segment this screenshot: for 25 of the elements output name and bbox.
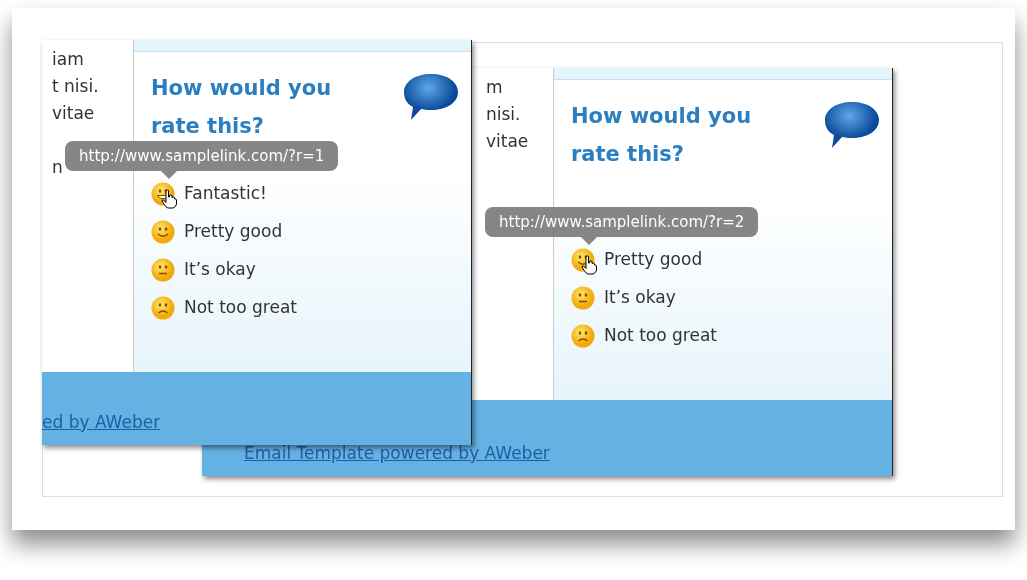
rating-option-link[interactable]: Pretty good bbox=[184, 219, 283, 245]
body-text: m bbox=[486, 76, 504, 99]
body-text: vitae bbox=[486, 130, 530, 153]
hand-cursor-icon bbox=[581, 255, 597, 275]
rating-heading: How would you rate this? bbox=[151, 75, 333, 140]
smiley-face-icon bbox=[151, 220, 175, 244]
body-text: nisi. bbox=[486, 103, 522, 126]
body-text: t nisi. bbox=[52, 75, 100, 98]
body-text: iam bbox=[52, 48, 85, 71]
rating-option-link[interactable]: It’s okay bbox=[184, 257, 256, 283]
rating-option-link[interactable]: Not too great bbox=[604, 323, 717, 349]
rating-option-link[interactable]: Fantastic! bbox=[184, 181, 267, 207]
neutral-face-icon bbox=[571, 286, 595, 310]
rating-option-link[interactable]: Pretty good bbox=[604, 247, 703, 273]
rating-heading: How would you rate this? bbox=[571, 103, 753, 168]
link-tooltip: http://www.samplelink.com/?r=2 bbox=[485, 206, 759, 245]
body-text: vitae bbox=[52, 102, 96, 125]
rating-option-link[interactable]: Not too great bbox=[184, 295, 297, 321]
speech-bubble-icon bbox=[824, 100, 880, 150]
rating-option-link[interactable]: It’s okay bbox=[604, 285, 676, 311]
frowning-face-icon bbox=[571, 324, 595, 348]
neutral-face-icon bbox=[151, 258, 175, 282]
speech-bubble-icon bbox=[403, 72, 459, 122]
frowning-face-icon bbox=[151, 296, 175, 320]
link-tooltip: http://www.samplelink.com/?r=1 bbox=[65, 140, 339, 179]
